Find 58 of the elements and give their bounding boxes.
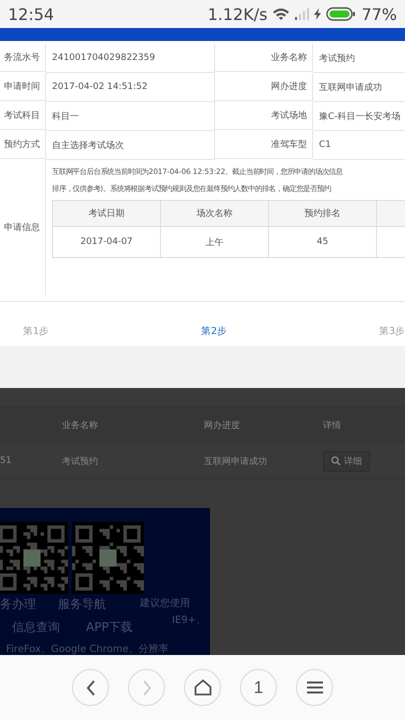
battery-percent: 77% [361,4,397,24]
field-value: 互联网申请成功 [319,82,382,94]
column-header: 业务名称 [62,420,98,432]
field-value: 科目一 [52,110,79,122]
qr-code [0,522,68,594]
field-label: 网办进度 [271,80,307,93]
footer-link[interactable]: APP下载 [86,619,160,636]
battery-icon [326,7,356,21]
back-icon [86,680,96,696]
table-cell: 45 [316,237,328,247]
wifi-icon [272,7,290,21]
qr-code [72,522,144,594]
field-label: 务流水号 [4,52,40,64]
menu-button[interactable] [296,669,333,706]
column-header: 场次名称 [196,209,232,219]
field-label: 申请时间 [4,80,40,93]
home-button[interactable] [184,669,221,706]
details-button[interactable]: 详细 [323,450,370,472]
menu-icon [306,681,322,694]
step-label: 第1步 [23,325,50,338]
forward-icon [142,680,152,696]
charging-icon [314,8,322,20]
footer-link[interactable]: 务办理 [0,596,58,613]
step-label: 第3步 [378,325,405,338]
field-value: 241001704029822359 [52,53,156,63]
field-label: 业务名称 [271,52,307,64]
field-label: 准驾车型 [271,138,307,151]
column-header: 考试日期 [88,209,124,219]
field-value: 自主选择考试场次 [52,140,124,152]
network-speed: 1.12K/s [208,4,268,24]
table-cell-text: 互联网申请成功 [204,456,267,468]
field-label: 考试场地 [271,110,307,122]
search-icon [331,456,341,466]
step-label: 第2步 [200,325,228,338]
browser-note: 建议您使用 [140,596,190,610]
browser-note: IE9+、 [172,614,206,627]
field-label: 考试科目 [4,110,40,122]
tabs-button[interactable]: 1 [240,669,277,706]
table-cell: 2017-04-07 [80,237,133,247]
browser-note: FireFox、Google Chrome、分辨率 [6,642,169,655]
table-cell: 51 [0,456,12,466]
field-value: 考试预约 [319,52,355,64]
field-label: 预约方式 [4,138,40,151]
field-value: 豫C-科目一长安考场 [319,110,401,122]
clock: 12:54 [8,4,54,24]
signal-icon [295,8,310,20]
back-button[interactable] [72,669,109,706]
home-icon [194,679,212,696]
field-value: 2017-04-02 14:51:52 [52,82,148,92]
field-label: 申请信息 [4,222,40,234]
field-value: C1 [319,140,332,150]
footer-link[interactable]: 信息查询 [12,619,86,636]
column-header: 预约排名 [304,209,340,219]
column-header: 网办进度 [204,420,240,432]
column-header: 详情 [323,420,341,432]
table-cell: 上午 [206,238,224,248]
table-cell-text: 考试预约 [62,456,98,468]
footer-link[interactable]: 服务导航 [58,596,134,613]
